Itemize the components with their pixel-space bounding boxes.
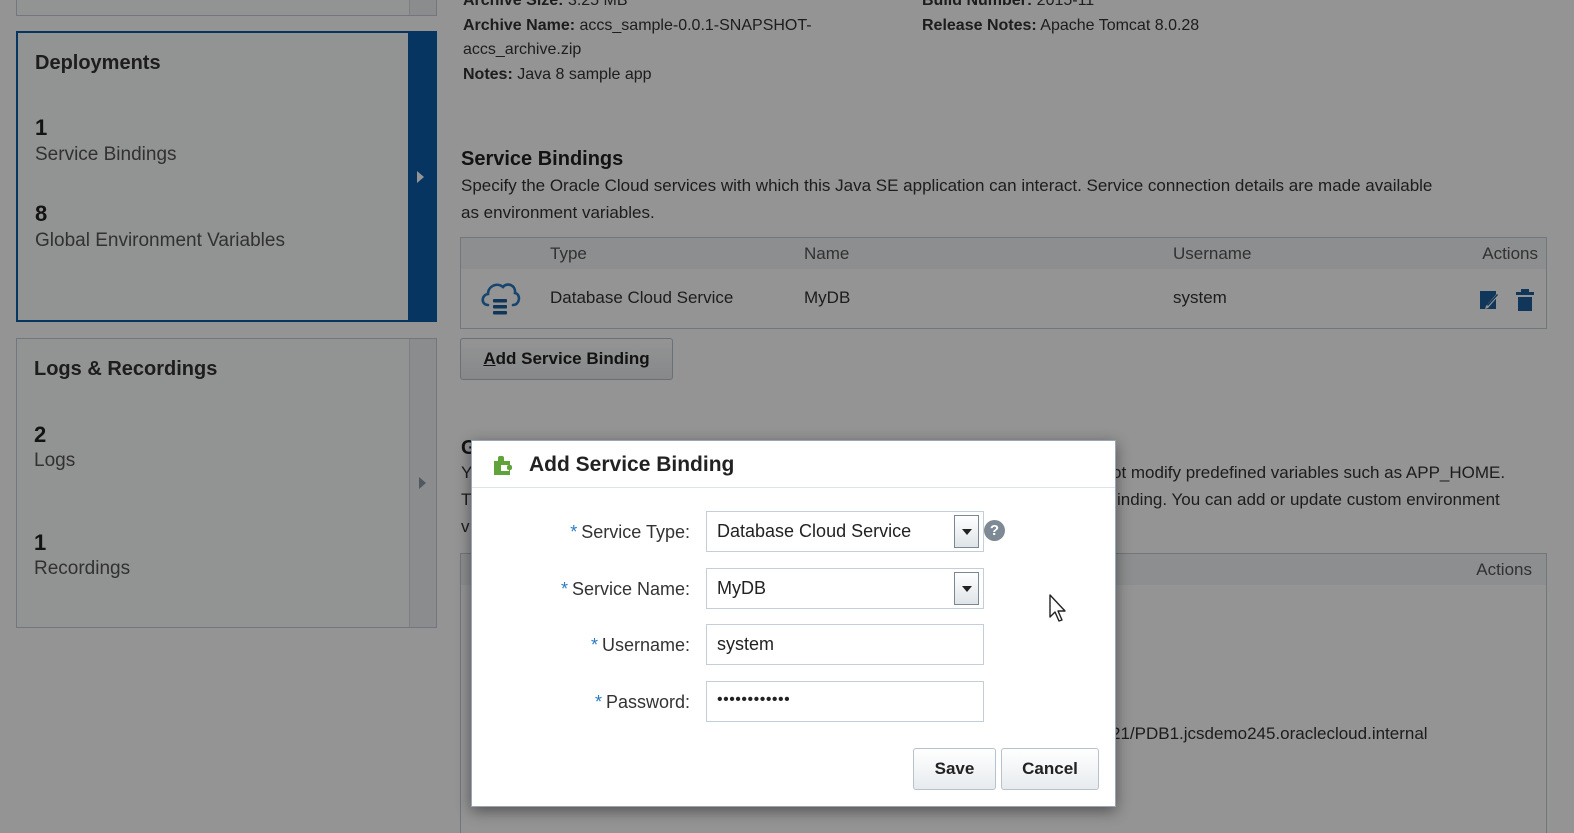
chevron-down-icon[interactable]: [954, 515, 979, 548]
cancel-button[interactable]: Cancel: [1001, 748, 1099, 790]
password-label: * Password:: [594, 692, 690, 712]
service-name-label: * Service Name:: [560, 579, 690, 599]
add-service-binding-dialog: Add Service Binding * Service Type: Datab…: [471, 440, 1116, 807]
help-icon[interactable]: ?: [984, 520, 1005, 541]
service-name-select[interactable]: MyDB: [706, 568, 984, 609]
service-type-label: * Service Type:: [570, 522, 690, 542]
service-type-select[interactable]: Database Cloud Service: [706, 511, 984, 552]
application-detail-page: Deployments 1 Service Bindings 8 Global …: [0, 0, 1574, 833]
save-button[interactable]: Save: [913, 748, 996, 790]
dialog-header[interactable]: Add Service Binding: [472, 441, 1115, 488]
chevron-down-icon[interactable]: [954, 572, 979, 605]
username-label: * Username:: [590, 635, 690, 655]
dialog-title: Add Service Binding: [529, 453, 735, 476]
password-field[interactable]: ••••••••••••: [706, 681, 984, 722]
mouse-cursor-icon: [1049, 594, 1066, 622]
puzzle-piece-icon: [494, 456, 512, 475]
username-field[interactable]: system: [706, 624, 984, 665]
